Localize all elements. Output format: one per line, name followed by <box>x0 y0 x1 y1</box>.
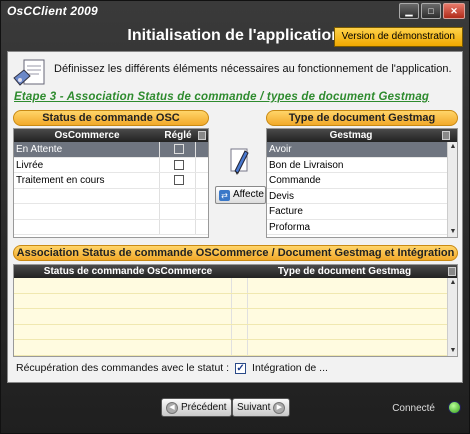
list-item[interactable]: En Attente <box>14 142 208 158</box>
recuperation-label: Récupération des commandes avec le statu… <box>16 362 230 374</box>
close-button[interactable]: ✕ <box>443 3 465 19</box>
scroll-up-icon[interactable]: ▲ <box>449 143 457 151</box>
next-button[interactable]: Suivant ▶ <box>232 398 291 417</box>
column-chooser-icon[interactable] <box>447 265 457 278</box>
column-chooser-icon[interactable] <box>435 129 457 142</box>
empty-row <box>14 219 208 235</box>
table-row <box>14 293 457 309</box>
integration-option-label: Intégration de ... <box>252 362 328 374</box>
osc-status-grid-header: OsCommerce Réglé <box>14 129 208 142</box>
list-item[interactable]: Proforma <box>267 220 457 235</box>
affecte-button[interactable]: ⇄ Affecte <box>215 186 266 204</box>
content-panel: Définissez les différents éléments néces… <box>7 51 463 383</box>
connection-status: Connecté <box>392 403 435 414</box>
list-item[interactable]: Livrée <box>14 157 208 173</box>
association-scrollbar[interactable]: ▲ ▼ <box>447 278 457 356</box>
col-oscommerce: OsCommerce <box>54 130 120 141</box>
integration-checkbox[interactable]: ✓ <box>235 362 247 374</box>
previous-label: Précédent <box>181 402 227 413</box>
page-header: Initialisation de l'application Version … <box>1 23 469 51</box>
table-row <box>14 278 457 294</box>
association-grid-header: Status de commande OsCommerce Type de do… <box>14 265 457 278</box>
affecte-label: Affecte <box>233 189 264 200</box>
empty-row <box>14 204 208 220</box>
document-settings-icon <box>13 59 45 86</box>
pen-document-icon <box>230 148 249 175</box>
arrow-left-icon: ◀ <box>166 401 178 414</box>
doc-type-scrollbar[interactable]: ▲ ▼ <box>447 142 457 237</box>
osc-status-grid: OsCommerce Réglé En Attente Livrée Trait… <box>13 128 209 238</box>
app-window: OsCClient 2009 ▁ □ ✕ Initialisation de l… <box>0 0 470 434</box>
link-icon: ⇄ <box>219 189 230 201</box>
table-row <box>14 309 457 325</box>
col-status-commande: Status de commande OsCommerce <box>43 266 213 277</box>
maximize-button[interactable]: □ <box>421 3 441 19</box>
intro-text: Définissez les différents éléments néces… <box>54 63 452 75</box>
doc-type-grid: Gestmag Avoir Bon de Livraison Commande … <box>266 128 458 238</box>
status-led-icon <box>448 401 461 414</box>
association-header: Association Status de commande OSCommerc… <box>13 245 458 261</box>
list-item[interactable]: Bon de Livraison <box>267 158 457 173</box>
doc-type-grid-header: Gestmag <box>267 129 457 142</box>
arrow-right-icon: ▶ <box>273 401 286 414</box>
previous-button[interactable]: ◀ Précédent <box>161 398 232 417</box>
list-item[interactable]: Avoir <box>267 142 457 158</box>
col-regle: Réglé <box>164 130 192 141</box>
osc-status-header: Status de commande OSC <box>13 110 209 126</box>
table-row <box>14 340 457 356</box>
list-item[interactable]: Commande <box>267 173 457 189</box>
table-row <box>14 324 457 340</box>
column-chooser-icon[interactable] <box>196 129 208 142</box>
minimize-button[interactable]: ▁ <box>399 3 419 19</box>
recuperation-row: Récupération des commandes avec le statu… <box>16 362 328 374</box>
title-bar[interactable]: OsCClient 2009 ▁ □ ✕ <box>1 1 469 23</box>
app-title: OsCClient 2009 <box>7 4 98 18</box>
demo-version-badge: Version de démonstration <box>333 27 463 47</box>
regle-checkbox[interactable] <box>173 159 184 170</box>
scroll-up-icon[interactable]: ▲ <box>449 279 457 287</box>
regle-checkbox[interactable] <box>173 144 184 154</box>
empty-row <box>14 188 208 204</box>
page-title: Initialisation de l'application <box>127 27 341 44</box>
col-gestmag: Gestmag <box>329 130 373 141</box>
step-title: Etape 3 - Association Status de commande… <box>14 91 430 103</box>
doc-type-header: Type de document Gestmag <box>266 110 458 126</box>
regle-checkbox[interactable] <box>173 175 184 185</box>
list-item[interactable]: Facture <box>267 204 457 220</box>
col-type-document: Type de document Gestmag <box>277 266 412 277</box>
association-grid: Status de commande OsCommerce Type de do… <box>13 264 458 357</box>
list-item[interactable]: Devis <box>267 189 457 204</box>
list-item[interactable]: Traitement en cours <box>14 173 208 189</box>
scroll-down-icon[interactable]: ▼ <box>449 228 457 236</box>
next-label: Suivant <box>237 402 271 413</box>
scroll-down-icon[interactable]: ▼ <box>449 347 457 355</box>
window-controls: ▁ □ ✕ <box>399 3 465 19</box>
